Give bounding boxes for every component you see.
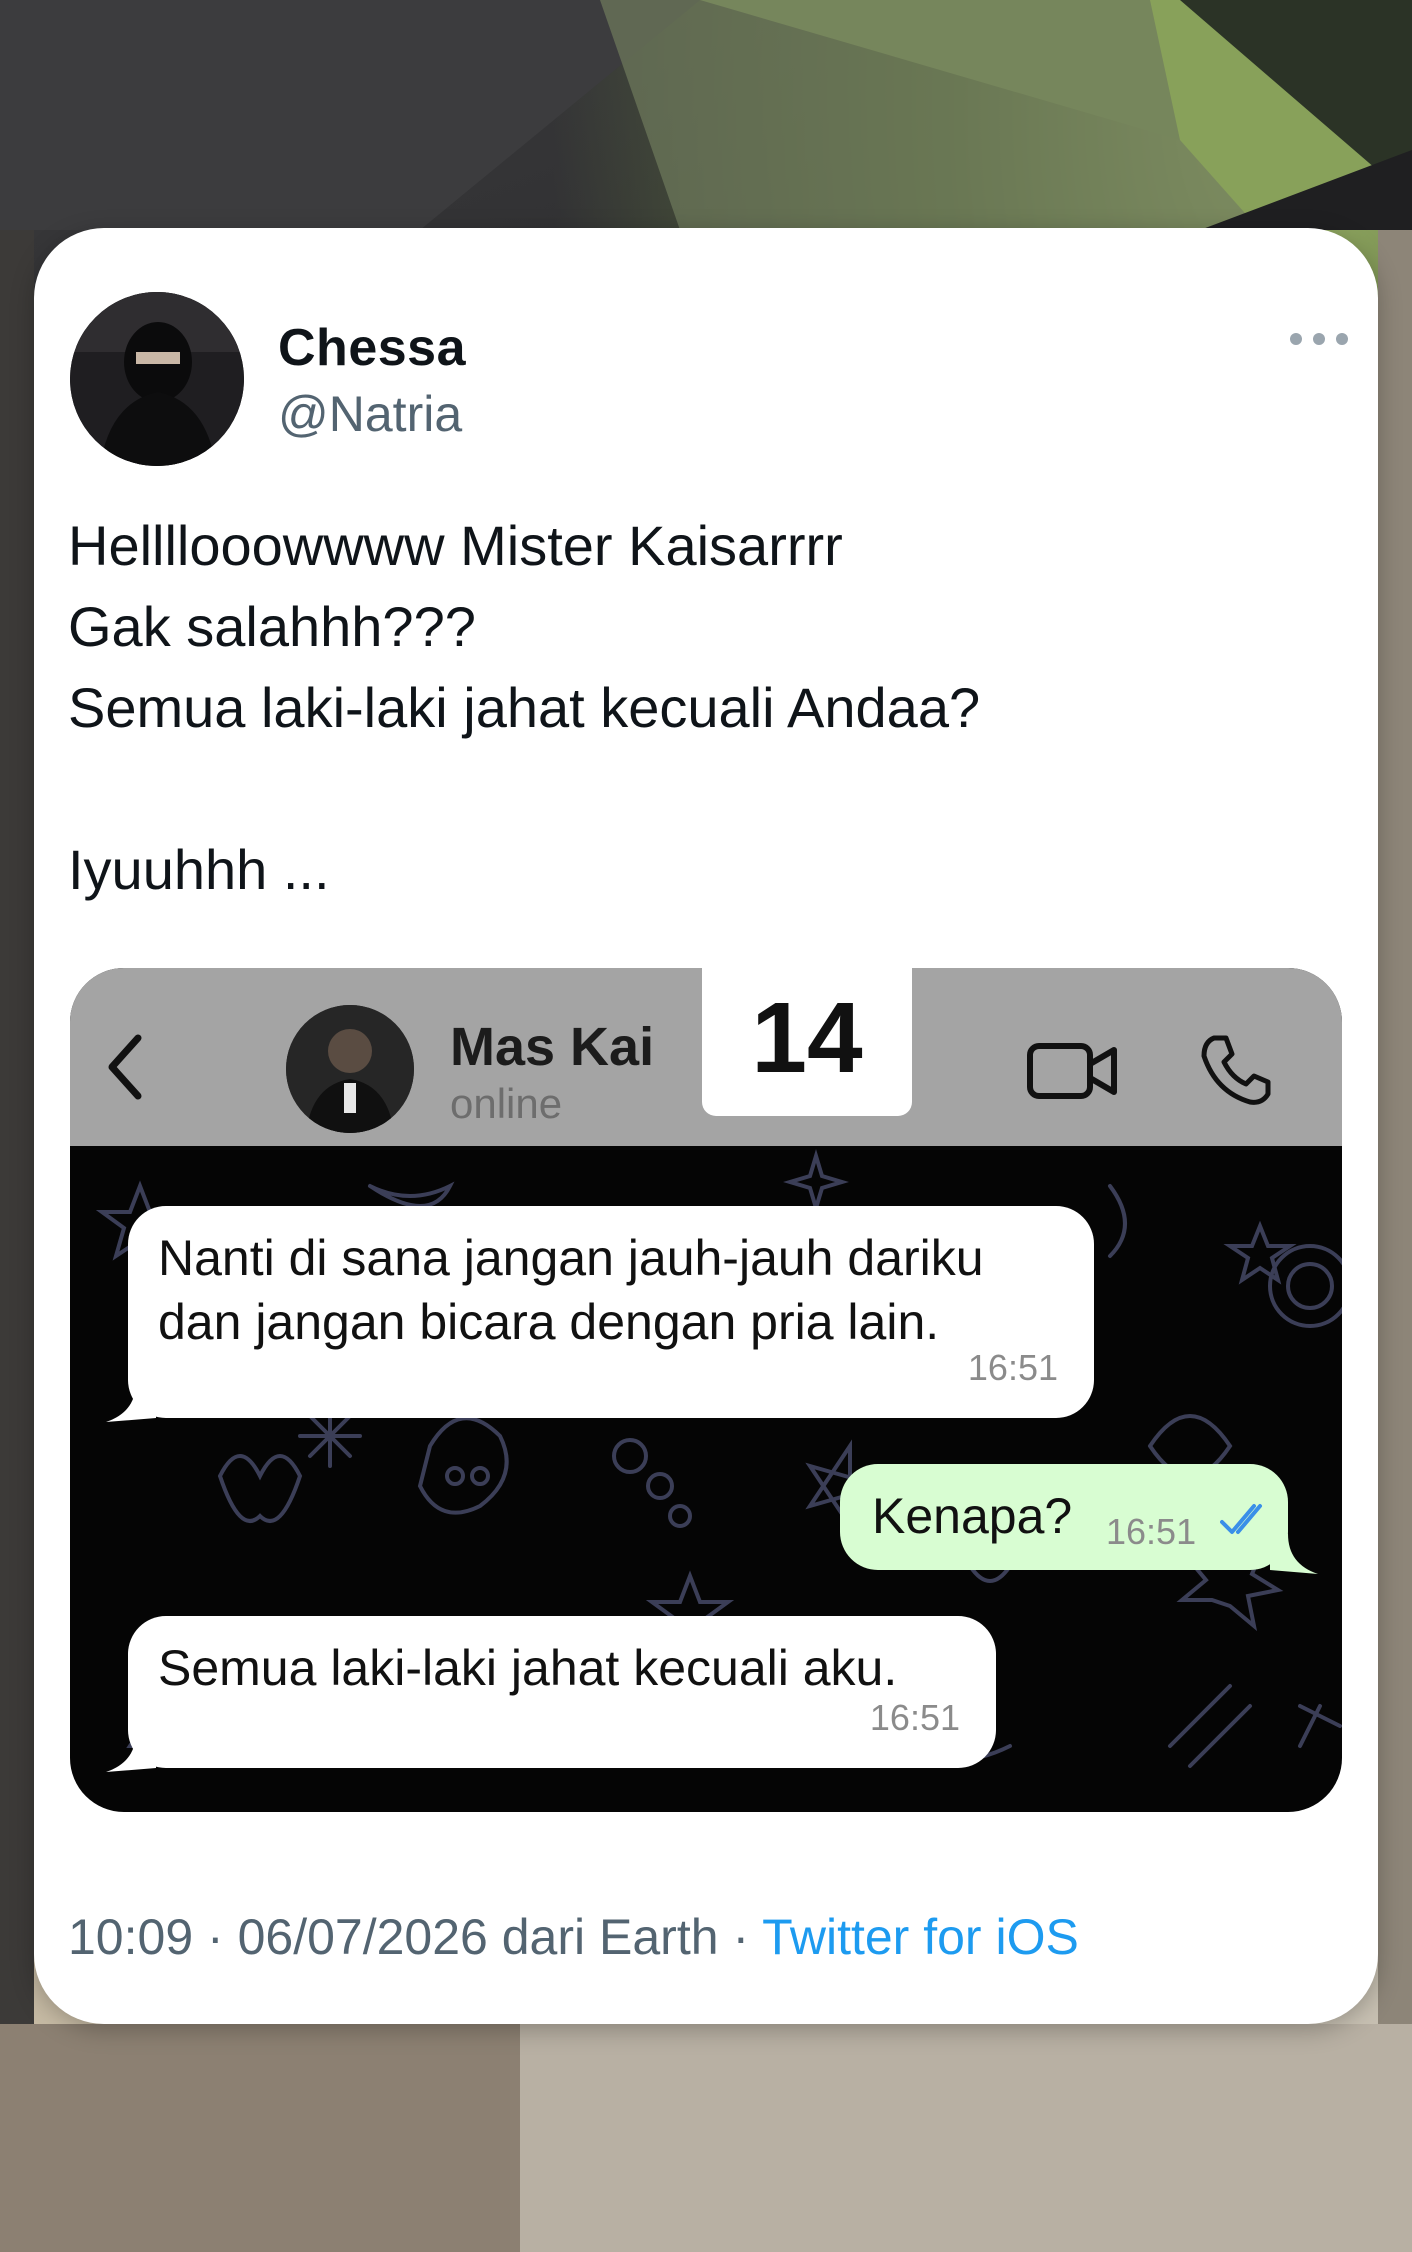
incoming-message[interactable]: Semua laki-laki jahat kecuali aku. 16:51 xyxy=(128,1616,996,1768)
tweet-date[interactable]: 06/07/2026 xyxy=(238,1909,488,1965)
message-text: Kenapa? xyxy=(872,1488,1073,1544)
message-time: 16:51 xyxy=(967,1347,1058,1388)
incoming-message[interactable]: Nanti di sana jangan jauh-jauh dariku da… xyxy=(128,1206,1094,1418)
tweet-text: Hellllooowwww Mister Kaisarrrr Gak salah… xyxy=(68,505,980,910)
tweet-source-link[interactable]: Twitter for iOS xyxy=(762,1909,1079,1965)
contact-avatar-image xyxy=(286,1005,414,1133)
tweet-text-line: Iyuuhhh ... xyxy=(68,838,330,901)
separator: · xyxy=(207,1909,224,1965)
separator: · xyxy=(732,1909,750,1965)
chat-screenshot-image[interactable]: Mas Kai online 14 Nanti di sana jangan j… xyxy=(70,968,1342,1812)
tweet-text-line: Semua laki-laki jahat kecuali Andaa? xyxy=(68,676,981,739)
message-line: dan jangan bicara dengan pria lain. xyxy=(158,1294,940,1350)
date-badge: 14 xyxy=(702,968,912,1116)
message-text: Semua laki-laki jahat kecuali aku. xyxy=(158,1640,898,1696)
display-name[interactable]: Chessa xyxy=(278,318,466,378)
phone-call-icon[interactable] xyxy=(1198,1032,1272,1108)
back-chevron-icon[interactable] xyxy=(104,1032,144,1102)
chat-header: Mas Kai online 14 xyxy=(70,968,1342,1146)
tweet-metadata: 10:09 · 06/07/2026 dari Earth · Twitter … xyxy=(68,1908,1079,1966)
contact-status: online xyxy=(450,1080,563,1127)
user-handle[interactable]: @Natria xyxy=(278,385,462,443)
tweet-location: dari Earth xyxy=(501,1909,719,1965)
tweet-text-line xyxy=(68,748,980,829)
message-time: 16:51 xyxy=(869,1697,960,1738)
message-line: Nanti di sana jangan jauh-jauh dariku xyxy=(158,1230,984,1286)
message-time: 16:51 xyxy=(1106,1511,1197,1552)
outgoing-message[interactable]: Kenapa? 16:51 xyxy=(840,1464,1288,1570)
tweet-text-line: Hellllooowwww Mister Kaisarrrr xyxy=(68,514,843,577)
read-receipt-icon xyxy=(1220,1504,1262,1534)
avatar-image xyxy=(70,292,244,466)
contact-name[interactable]: Mas Kai xyxy=(450,1016,654,1078)
profile-avatar[interactable] xyxy=(70,292,244,466)
tweet-text-line: Gak salahhh??? xyxy=(68,595,476,658)
more-horizontal-icon[interactable] xyxy=(1290,328,1348,350)
contact-avatar[interactable] xyxy=(286,1005,414,1133)
tweet-time[interactable]: 10:09 xyxy=(68,1909,193,1965)
message-text: Nanti di sana jangan jauh-jauh dariku da… xyxy=(158,1226,984,1354)
video-call-icon[interactable] xyxy=(1026,1036,1120,1106)
